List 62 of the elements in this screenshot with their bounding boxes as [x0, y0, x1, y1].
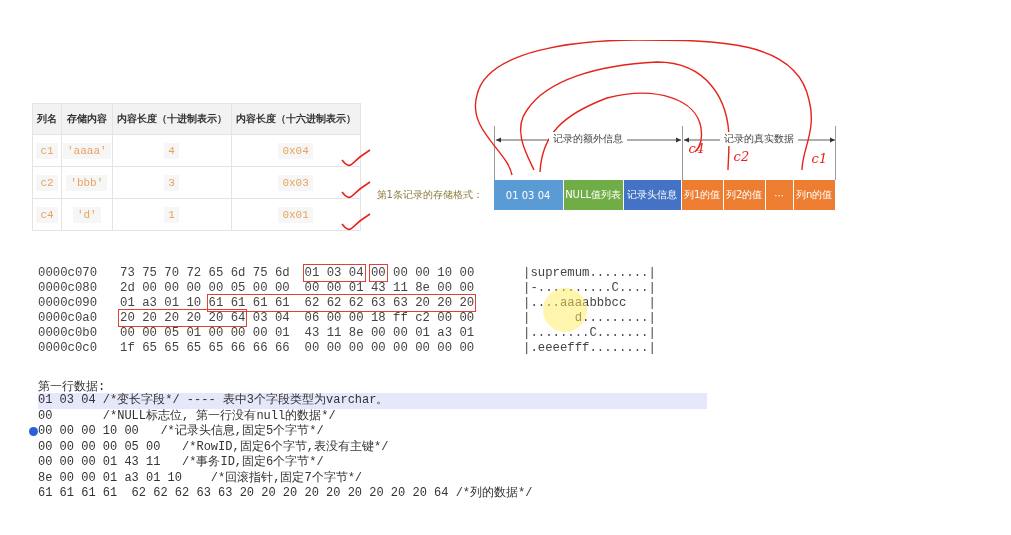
table-cell: 0x03	[278, 174, 313, 191]
hex-bytes: 03 04 06 00 00 18 ff c2 00 00	[252, 310, 475, 325]
handwritten-label: c1	[811, 152, 828, 165]
hex-bytes: 00 00 10 00	[393, 265, 475, 280]
column-header: 内容长度（十六进制表示）	[231, 103, 361, 135]
hex-bytes: 2d 00 00 00 00 05 00 00	[120, 280, 290, 295]
record-block: 列n的值	[793, 180, 836, 210]
hex-address: 0000c080	[38, 280, 99, 295]
table-cell: 'bbb'	[66, 174, 108, 191]
hex-ascii: |....aaaabbbcc |	[523, 295, 656, 310]
hex-address: 0000c070	[38, 265, 99, 280]
hex-address: 0000c0c0	[38, 340, 99, 355]
hex-ascii: | d.........|	[523, 310, 656, 325]
hex-ascii: |supremum........|	[523, 265, 656, 280]
hex-ascii: |........C.......|	[523, 325, 656, 340]
hex-address: 0000c090	[38, 295, 99, 310]
table-cell: 0x04	[278, 142, 313, 159]
record-block: NULL值列表	[563, 180, 624, 210]
record-block: 01 03 04	[493, 180, 564, 210]
hex-bytes: 00 00 01 43 11 8e 00 00	[304, 280, 475, 295]
handwritten-label: c2	[733, 150, 750, 163]
table-cell: 0x01	[278, 206, 313, 223]
hex-bytes: 73 75 70 72 65 6d 75 6d	[120, 265, 290, 280]
column-header: 存储内容	[61, 103, 113, 135]
table-cell: 4	[164, 142, 179, 159]
record-block: 记录头信息	[623, 180, 682, 210]
note-line: 61 61 61 61 62 62 62 63 63 20 20 20 20 20 20 20 20 20 64 /*列的数据*/	[38, 486, 534, 502]
record-block: ···	[765, 180, 794, 210]
record-block: 列2的值	[723, 180, 766, 210]
hex-address: 0000c0a0	[38, 310, 99, 325]
hex-bytes: 01 03 04	[304, 265, 364, 280]
column-header: 列名	[32, 103, 62, 135]
span-label: 记录的真实数据	[719, 132, 798, 146]
hex-bytes: 00 00 05 01 00 00 00 01	[120, 325, 290, 340]
hex-address: 0000c0b0	[38, 325, 99, 340]
hex-ascii: |-..........C....|	[523, 280, 656, 295]
column-header: 内容长度（十进制表示）	[112, 103, 232, 135]
table-cell: 3	[164, 174, 179, 191]
table-cell: 'aaaa'	[63, 142, 111, 159]
hex-bytes: 20 20 20 20 20 64	[120, 310, 246, 325]
hex-bytes: 00	[370, 265, 386, 280]
handwritten-label: c4	[688, 142, 705, 155]
notes-title: 第一行数据:	[38, 379, 107, 393]
note-line: 00 00 00 01 43 11 /*事务ID,固定6个字节*/	[38, 455, 325, 471]
table-cell: 'd'	[72, 206, 101, 223]
table-cell: 1	[164, 206, 179, 223]
record-block: 列1的值	[681, 180, 724, 210]
table-cell: c1	[36, 142, 58, 159]
hex-bytes: 1f 65 65 65 65 66 66 66	[120, 340, 290, 355]
hex-bytes: 01 a3 01 10	[120, 295, 202, 310]
note-line: 8e 00 00 01 a3 01 10 /*回滚指针,固定7个字节*/	[38, 470, 364, 486]
hex-bytes: 00 00 00 00 00 00 00 00	[304, 340, 475, 355]
hex-bytes: 61 61 61 61 62 62 62 63 63 20 20 20	[208, 295, 475, 310]
table-cell: c4	[36, 206, 58, 223]
hex-bytes: 43 11 8e 00 00 01 a3 01	[304, 325, 475, 340]
hex-ascii: |.eeeefff........|	[523, 340, 656, 355]
note-line: 00 00 00 00 05 00 /*RowID,固定6个字节,表没有主键*/	[38, 439, 390, 455]
note-line: 00 00 00 10 00 /*记录头信息,固定5个字节*/	[38, 424, 707, 440]
span-label: 记录的额外信息	[549, 132, 628, 146]
table-cell: c2	[36, 174, 58, 191]
format-label: 第1条记录的存储格式：	[376, 188, 484, 202]
note-line: 00 /*NULL标志位, 第一行没有null的数据*/	[38, 408, 337, 424]
